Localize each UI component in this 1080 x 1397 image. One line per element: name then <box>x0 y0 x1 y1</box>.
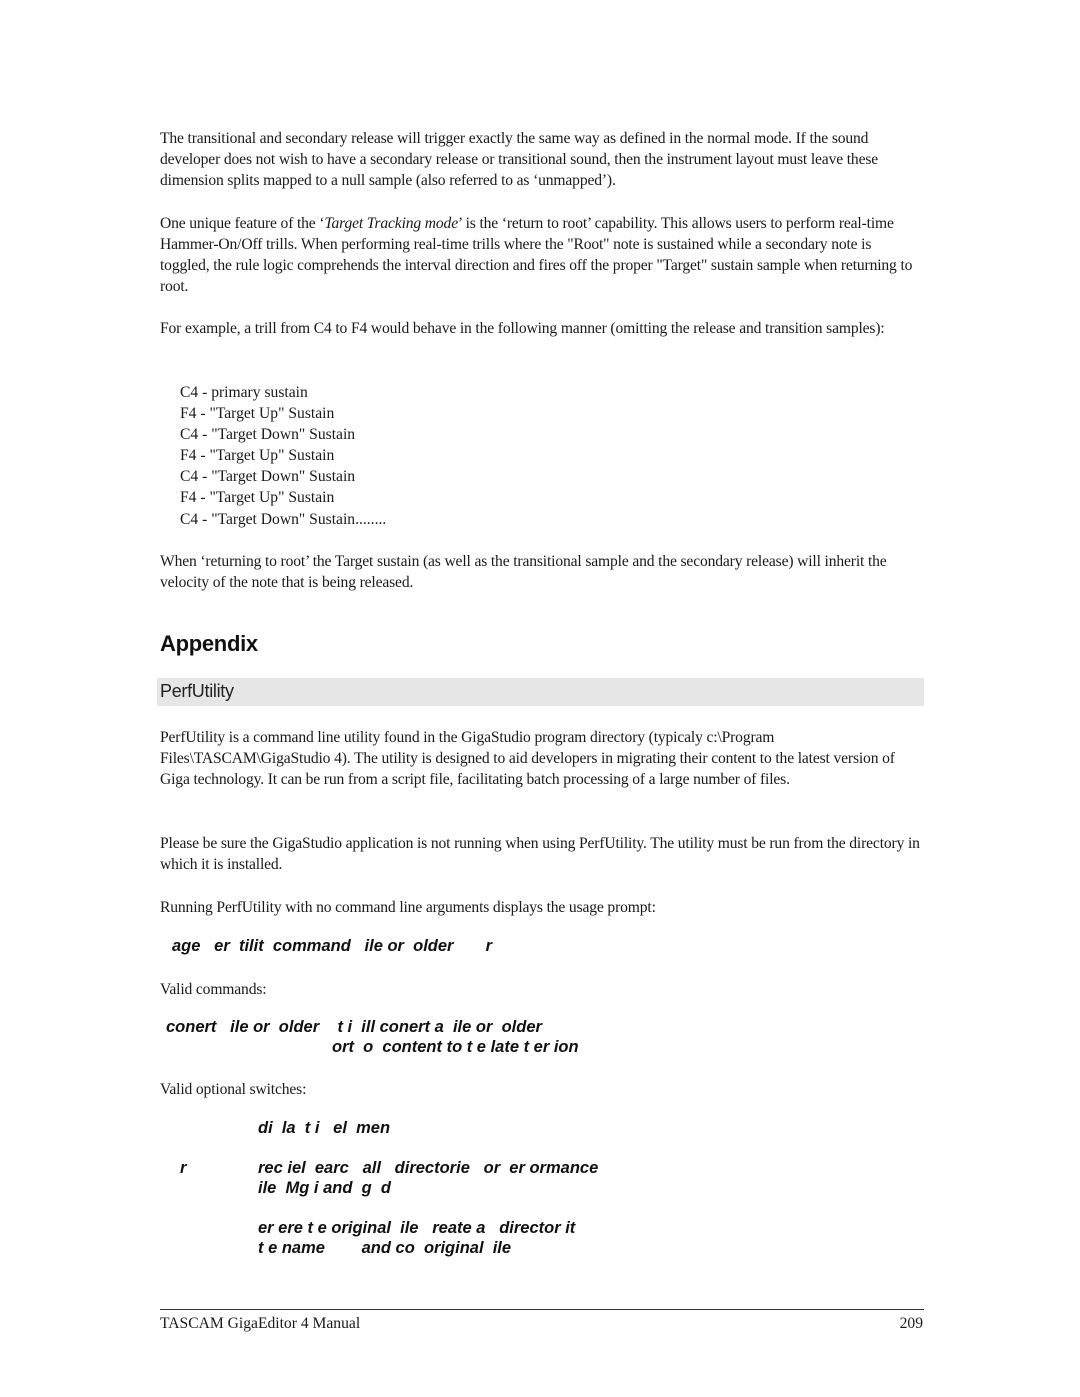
switch-flag: r <box>180 1159 187 1177</box>
section-heading-band: PerfUtility <box>157 678 924 706</box>
appendix-heading: Appendix <box>160 631 258 656</box>
list-item: C4 - "Target Down" Sustain <box>180 468 356 486</box>
paragraph-usage-intro: Running PerfUtility with no command line… <box>160 899 656 916</box>
list-item: F4 - "Target Up" Sustain <box>180 489 335 507</box>
command-line-1: conert ile or older t i ill conert a ile… <box>166 1018 542 1036</box>
valid-commands-label: Valid commands: <box>160 981 267 998</box>
trill-list: C4 - primary sustain F4 - "Target Up" Su… <box>180 382 386 530</box>
switch-desc: er ere t e original ile reate a director… <box>258 1219 576 1237</box>
switch-desc: t e name and co original ile <box>258 1239 512 1257</box>
list-item: F4 - "Target Up" Sustain <box>180 447 335 465</box>
list-item: C4 - "Target Down" Sustain <box>180 426 356 444</box>
paragraph-text: One unique feature of the ‘ <box>160 215 325 232</box>
footer-divider <box>160 1309 924 1310</box>
paragraph-returning-to-root: When ‘returning to root’ the Target sust… <box>160 553 887 591</box>
command-line-2: ort o content to t e late t er ion <box>332 1038 579 1056</box>
list-item: C4 - "Target Down" Sustain........ <box>180 510 387 528</box>
paragraph-target-tracking: One unique feature of the ‘Target Tracki… <box>160 213 924 297</box>
usage-prompt-line: age er tilit command ile or older r <box>172 937 492 955</box>
italic-term: Target Tracking mode <box>324 215 458 232</box>
footer-manual-title: TASCAM GigaEditor 4 Manual <box>160 1315 361 1332</box>
section-heading-perfutility: PerfUtility <box>160 681 234 701</box>
list-item: F4 - "Target Up" Sustain <box>180 405 335 423</box>
paragraph-trill-example: For example, a trill from C4 to F4 would… <box>160 320 885 337</box>
switch-desc: ile Mg i and g d <box>258 1179 391 1197</box>
paragraph-transitional-release: The transitional and secondary release w… <box>160 130 879 189</box>
switch-desc: rec iel earc all directorie or er ormanc… <box>258 1159 599 1177</box>
footer-page-number: 209 <box>899 1315 923 1332</box>
paragraph-perfutility-intro: PerfUtility is a command line utility fo… <box>160 729 895 788</box>
list-item: C4 - primary sustain <box>180 384 308 401</box>
switch-desc: di la t i el men <box>258 1119 391 1137</box>
paragraph-perfutility-warning: Please be sure the GigaStudio applicatio… <box>160 835 920 873</box>
valid-switches-label: Valid optional switches: <box>160 1081 307 1098</box>
